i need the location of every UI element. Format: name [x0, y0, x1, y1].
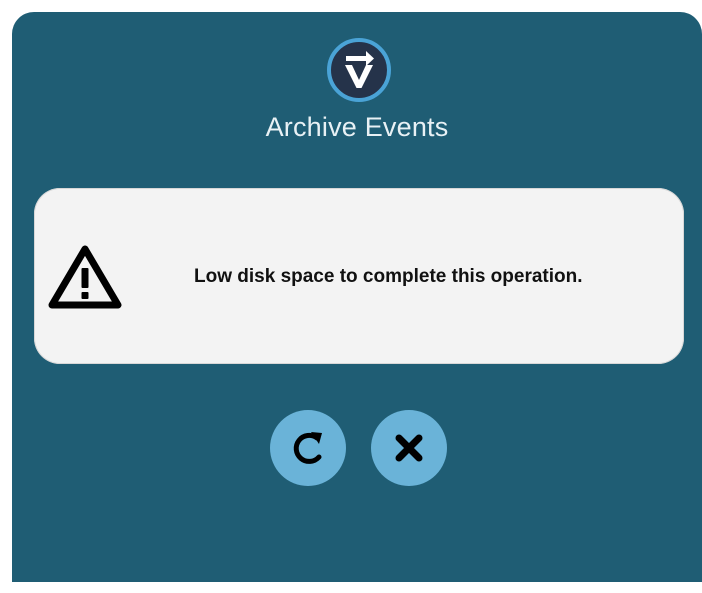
message-text: Low disk space to complete this operatio…: [194, 266, 583, 287]
retry-icon: [293, 432, 322, 464]
warning-icon: [48, 245, 122, 309]
archive-events-dialog: Archive Events Low disk space to complet…: [12, 12, 702, 582]
message-panel: Low disk space to complete this operatio…: [34, 188, 684, 364]
dialog-title: Archive Events: [265, 112, 449, 142]
cancel-button[interactable]: [371, 410, 447, 486]
app-logo-icon: [327, 38, 391, 102]
close-icon: [395, 434, 423, 462]
retry-button[interactable]: [270, 410, 346, 486]
